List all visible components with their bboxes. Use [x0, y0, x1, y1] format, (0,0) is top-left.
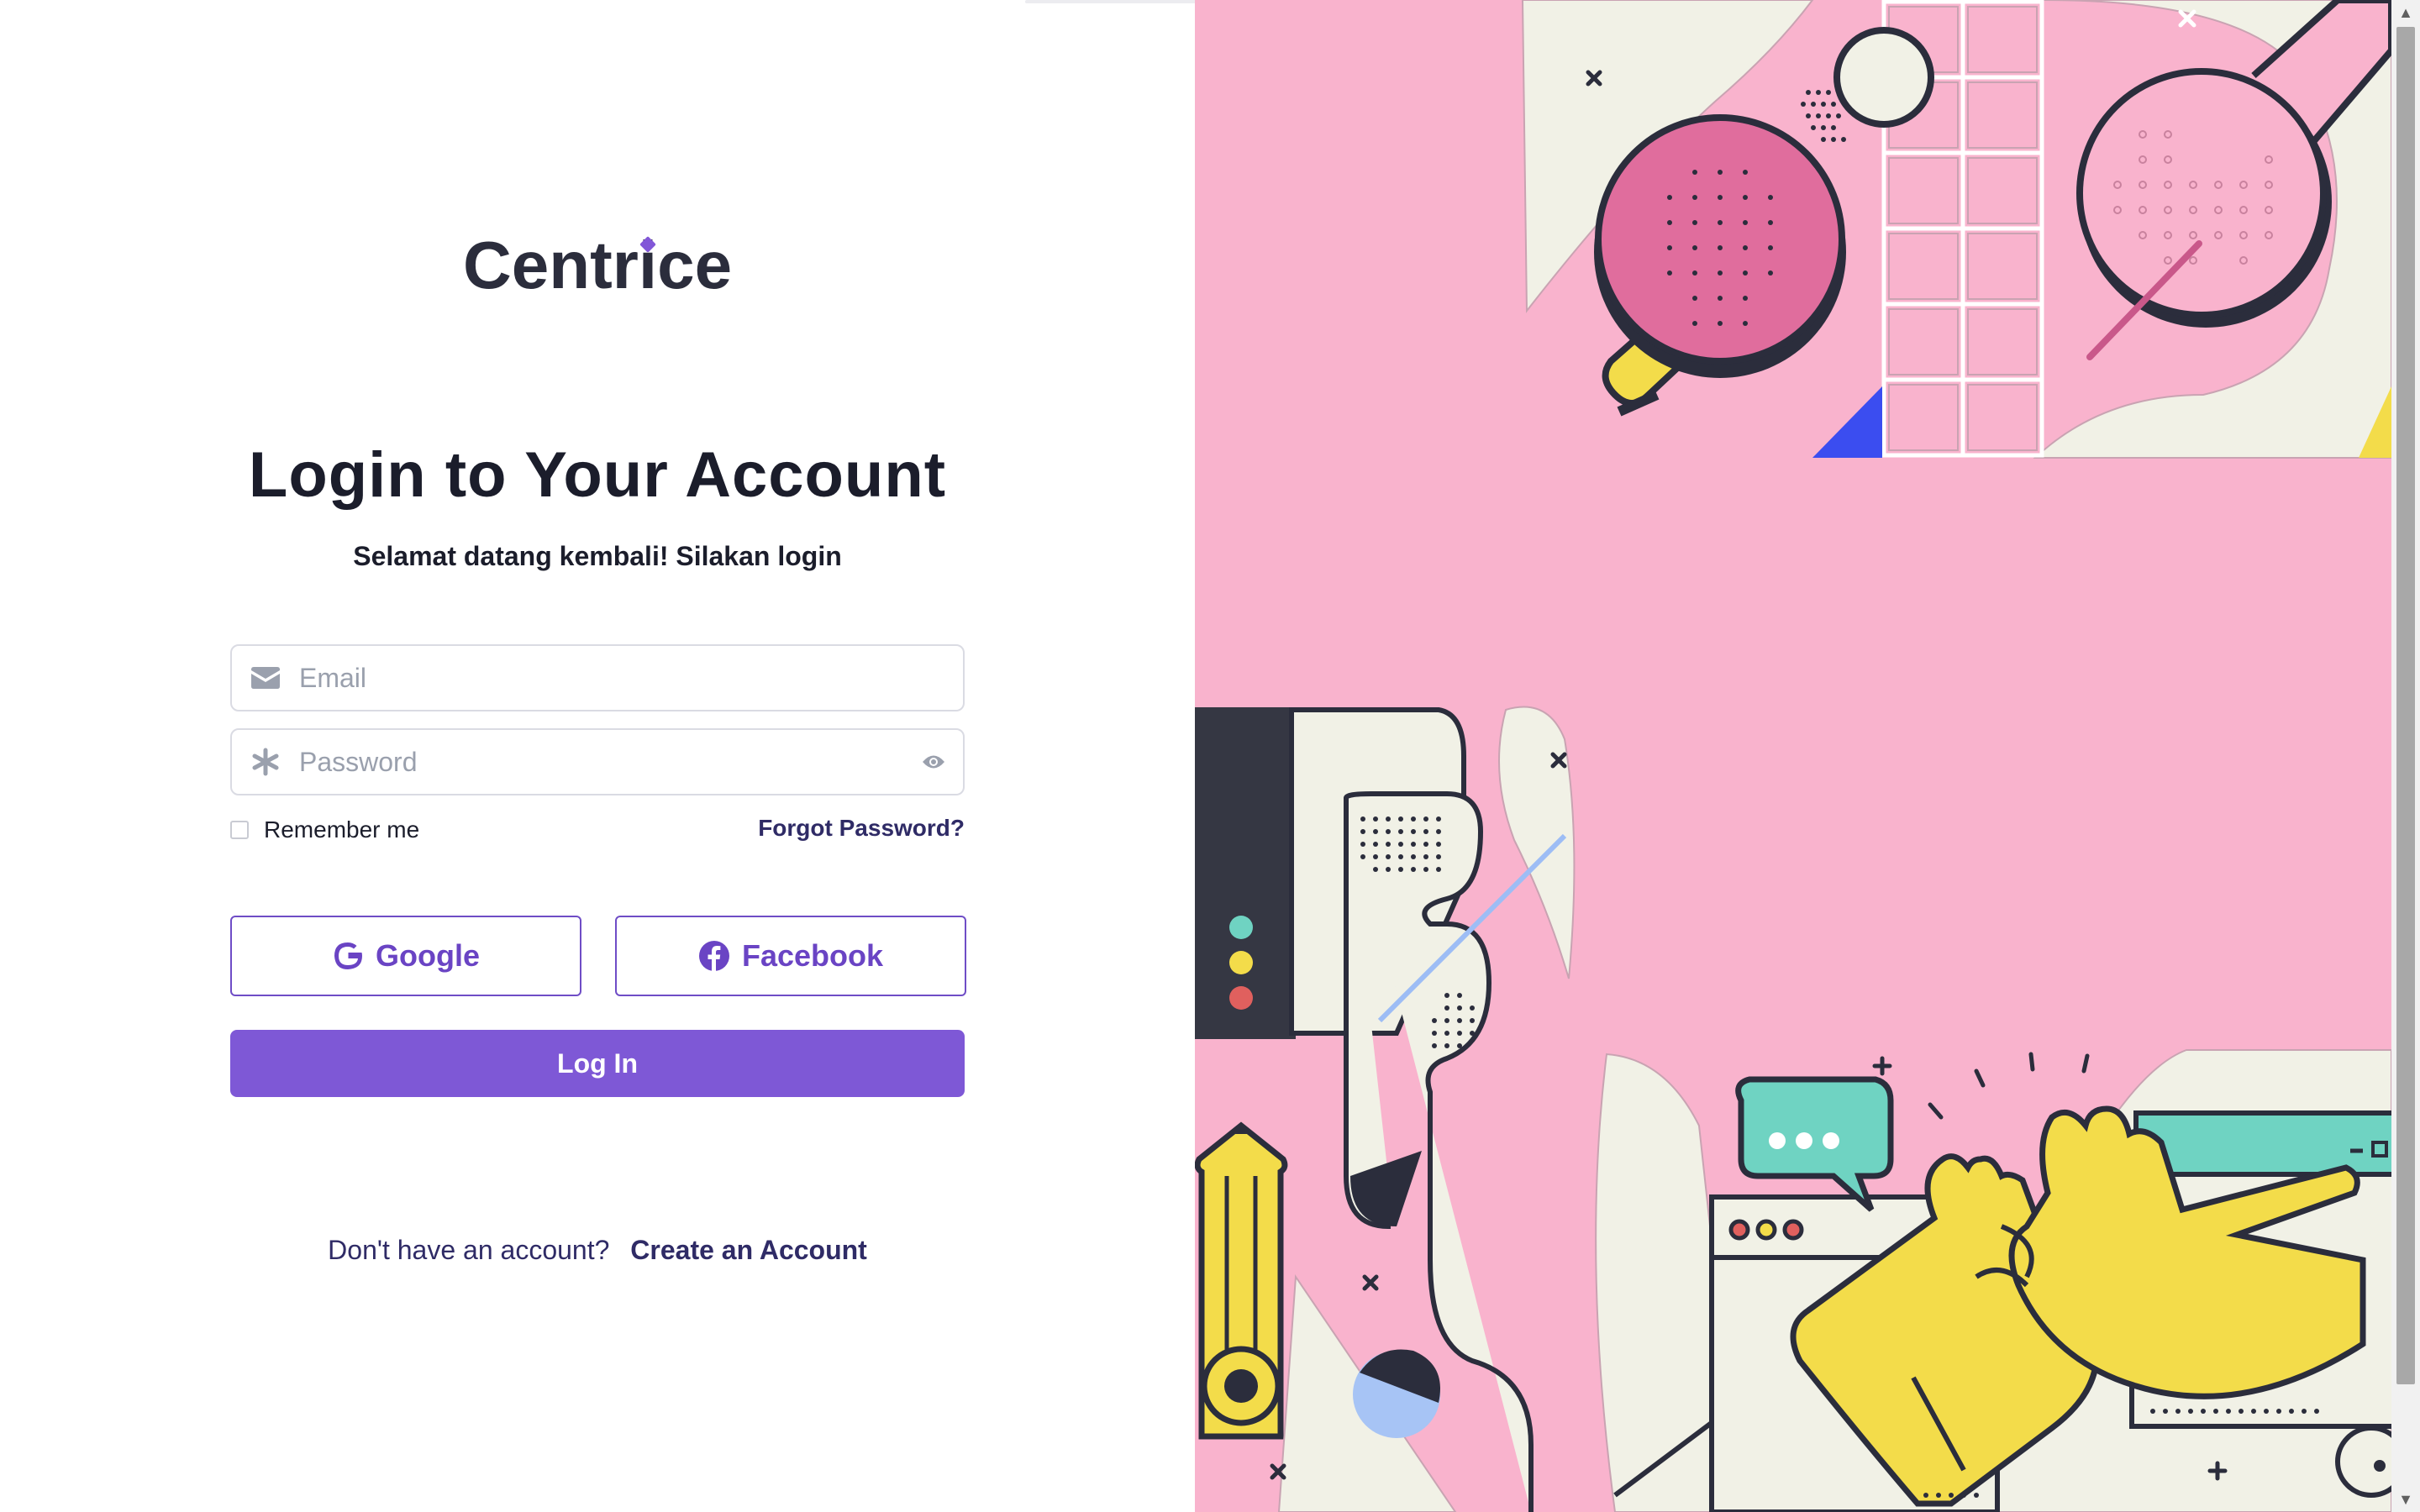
- brand-logo: Centri ce: [0, 227, 1195, 304]
- login-button-label: Log In: [557, 1047, 638, 1079]
- top-illustration: [1521, 0, 2391, 459]
- scroll-down-arrow-icon[interactable]: ▼: [2391, 1487, 2420, 1512]
- bottom-illustration: [1195, 706, 2391, 1512]
- email-field[interactable]: [230, 644, 965, 711]
- google-label: Google: [376, 938, 480, 973]
- logo-i: i: [639, 227, 657, 304]
- decorative-illustration: [1195, 0, 2391, 1512]
- facebook-label: Facebook: [741, 938, 884, 973]
- password-input[interactable]: [299, 732, 904, 791]
- scroll-up-arrow-icon[interactable]: ▲: [2391, 0, 2420, 25]
- login-button[interactable]: Log In: [230, 1030, 965, 1097]
- login-panel: Centri ce Login to Your Account Selamat d…: [0, 0, 1386, 1512]
- email-input[interactable]: [299, 648, 963, 707]
- page-subtitle: Selamat datang kembali! Silakan login: [353, 541, 842, 571]
- signup-prompt: Don't have an account? Create an Account: [0, 1235, 1195, 1266]
- logo-text-end: ce: [657, 228, 733, 302]
- eye-icon[interactable]: [904, 730, 963, 794]
- facebook-icon: [698, 940, 730, 972]
- illustration-panel: [1195, 0, 2391, 1512]
- page-title: Login to Your Account: [248, 439, 947, 511]
- remember-label: Remember me: [264, 816, 420, 843]
- logo-text-start: Centr: [462, 228, 639, 302]
- asterisk-icon: [232, 730, 299, 794]
- forgot-password-link[interactable]: Forgot Password?: [758, 815, 965, 842]
- remember-checkbox[interactable]: [230, 821, 249, 839]
- facebook-login-button[interactable]: Facebook: [615, 916, 966, 996]
- signup-question: Don't have an account?: [328, 1235, 610, 1265]
- create-account-link[interactable]: Create an Account: [630, 1235, 867, 1265]
- google-login-button[interactable]: Google: [230, 916, 581, 996]
- envelope-icon: [232, 646, 299, 710]
- remember-me[interactable]: Remember me: [230, 813, 419, 847]
- vertical-scrollbar[interactable]: ▲ ▼: [2391, 0, 2420, 1512]
- google-icon: [332, 940, 364, 972]
- password-field[interactable]: [230, 728, 965, 795]
- scrollbar-thumb[interactable]: [2396, 27, 2415, 1384]
